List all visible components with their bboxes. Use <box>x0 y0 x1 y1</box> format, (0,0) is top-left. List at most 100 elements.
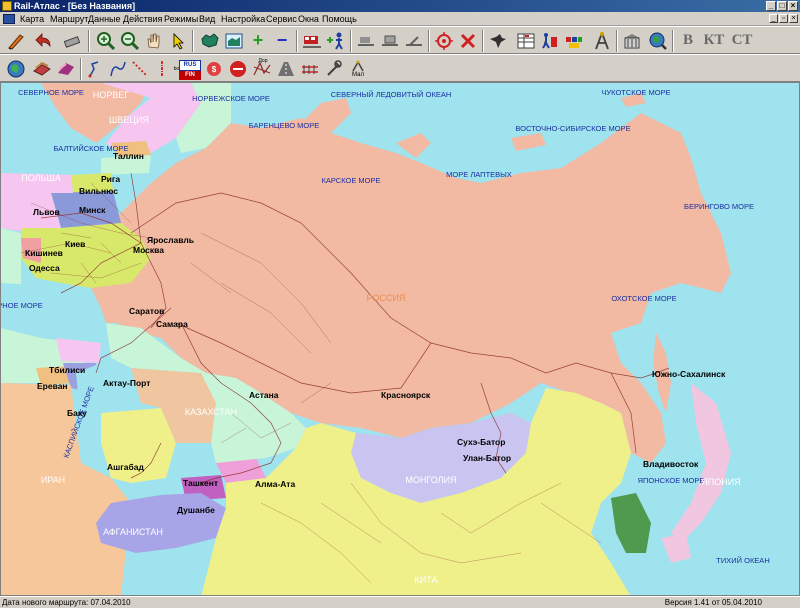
people-move-icon[interactable] <box>538 29 562 52</box>
sea-label-east-siberian: ВОСТОЧНО-СИБИРСКОЕ МОРЕ <box>515 124 630 133</box>
map-region-icon[interactable] <box>198 29 222 52</box>
rail-station-icon[interactable] <box>378 29 402 52</box>
route-date-status: Дата нового маршрута: 07.04.2010 <box>2 598 131 607</box>
remove-icon[interactable]: − <box>270 29 294 52</box>
eagle-icon[interactable] <box>486 29 510 52</box>
city-label-odessa: Одесса <box>29 263 60 273</box>
title-bar[interactable]: Rail-Атлас - [Без Названия] _ □ × <box>0 0 800 12</box>
menu-map[interactable]: Карта <box>18 12 46 26</box>
rail-junction-icon[interactable] <box>402 29 426 52</box>
globe-icon[interactable] <box>4 57 28 80</box>
rus-fin-button[interactable]: RUS FIN <box>178 57 202 80</box>
sea-label-laptev: МОРЕ ЛАПТЕВЫХ <box>446 170 512 179</box>
menu-data[interactable]: Данные <box>86 12 123 26</box>
menu-windows[interactable]: Окна <box>296 12 321 26</box>
menu-view[interactable]: Вид <box>197 12 217 26</box>
mdi-restore-button[interactable]: ▫ <box>779 14 788 23</box>
rus-label: RUS <box>179 59 201 71</box>
map-view[interactable]: СЕВЕРНОЕ МОРЕ НОРВЕЖСКОЕ МОРЕ СЕВЕРНЫЙ Л… <box>0 82 800 596</box>
city-label-sukhbaatar: Сухэ-Батор <box>457 437 505 447</box>
compass-measure-icon[interactable] <box>590 29 614 52</box>
menu-route[interactable]: Маршрут <box>48 12 90 26</box>
sea-label-chukchi: ЧУКОТСКОЕ МОРЕ <box>601 88 670 97</box>
sea-label-okhotsk: ОХОТСКОЕ МОРЕ <box>611 294 676 303</box>
maximize-button[interactable]: □ <box>777 1 787 11</box>
add-person-icon[interactable] <box>324 29 348 52</box>
curve-draw-icon[interactable] <box>106 57 130 80</box>
globe-search-icon[interactable] <box>646 29 670 52</box>
city-label-ashgabat: Ашгабад <box>107 462 144 472</box>
add-icon[interactable]: + <box>246 29 270 52</box>
sea-label-pacific: ТИХИЙ ОКЕАН <box>716 556 769 565</box>
city-label-lviv: Львов <box>33 207 60 217</box>
pencil-icon[interactable] <box>4 29 28 52</box>
country-label-iran: ИРАН <box>41 475 65 485</box>
black-sea <box>1 283 101 338</box>
city-label-moscow: Москва <box>133 245 164 255</box>
city-label-riga: Рига <box>101 174 120 184</box>
sea-label-japan: ЯПОНСКОЕ МОРЕ <box>638 476 705 485</box>
undo-icon[interactable] <box>32 29 56 52</box>
tools-icon[interactable] <box>322 57 346 80</box>
zoom-out-icon[interactable] <box>118 29 142 52</box>
dotted-line-icon[interactable] <box>128 57 152 80</box>
route-table-icon[interactable] <box>514 29 538 52</box>
small-scale-label: Мал <box>352 71 364 78</box>
city-label-dushanbe: Душанбе <box>177 505 215 515</box>
menu-modes[interactable]: Режимы <box>162 12 200 26</box>
v-letter-button[interactable]: В <box>676 29 700 52</box>
stop-sign-icon[interactable] <box>226 57 250 80</box>
sea-label-barents: БАРЕНЦЕВО МОРЕ <box>249 121 320 130</box>
map-window-icon[interactable] <box>222 29 246 52</box>
track-gauge-icon[interactable] <box>298 57 322 80</box>
pointer-icon[interactable] <box>166 29 190 52</box>
city-label-saratov: Саратов <box>129 306 164 316</box>
target-icon[interactable] <box>432 29 456 52</box>
menu-service[interactable]: Сервис <box>264 12 299 26</box>
small-scale-button[interactable]: Мал <box>346 57 370 80</box>
city-label-krasnoyarsk: Красноярск <box>381 390 431 400</box>
distance-grid-icon[interactable] <box>562 29 586 52</box>
city-label-kyiv: Киев <box>65 239 85 249</box>
delete-x-icon[interactable] <box>456 29 480 52</box>
palette-icon[interactable] <box>54 57 78 80</box>
rail-segment-icon[interactable] <box>354 29 378 52</box>
route-train-icon[interactable] <box>300 29 324 52</box>
country-label-japan: ЯПОНИЯ <box>701 477 740 487</box>
layers-icon[interactable] <box>30 57 54 80</box>
window-title: Rail-Атлас - [Без Названия] <box>14 1 136 11</box>
japan-south <box>661 533 691 563</box>
st-letter-button[interactable]: СТ <box>728 29 756 52</box>
pan-hand-icon[interactable] <box>142 29 166 52</box>
sea-label-black: ЧЕРНОЕ МОРЕ <box>1 301 43 310</box>
border-line-icon[interactable] <box>150 57 174 80</box>
secondary-toolbar: boundary RUSFIN $ Дор Мал <box>0 54 800 82</box>
country-label-norway: НОРВЕГ <box>93 90 130 100</box>
menu-help[interactable]: Помощь <box>320 12 359 26</box>
building-icon[interactable] <box>620 29 644 52</box>
svg-text:$: $ <box>212 65 217 74</box>
currency-icon[interactable]: $ <box>202 57 226 80</box>
close-button[interactable]: × <box>788 1 798 11</box>
sea-label-north: СЕВЕРНОЕ МОРЕ <box>18 88 84 97</box>
novosibirsk-islands <box>511 133 546 151</box>
map-canvas[interactable]: СЕВЕРНОЕ МОРЕ НОРВЕЖСКОЕ МОРЕ СЕВЕРНЫЙ Л… <box>1 83 800 596</box>
road-button[interactable] <box>274 57 298 80</box>
city-label-astana: Астана <box>249 390 279 400</box>
mdi-minimize-button[interactable]: _ <box>769 14 778 23</box>
sea-label-bering: БЕРИНГОВО МОРЕ <box>684 202 754 211</box>
city-label-tbilisi: Тбилиси <box>49 365 85 375</box>
city-label-tallinn: Таллин <box>113 151 144 161</box>
line-draw-icon[interactable] <box>84 57 108 80</box>
city-label-baku: Баку <box>67 408 87 418</box>
menu-settings[interactable]: Настройка <box>219 12 267 26</box>
city-label-tashkent: Ташкент <box>183 478 218 488</box>
kt-letter-button[interactable]: КТ <box>700 29 728 52</box>
zoom-in-icon[interactable] <box>94 29 118 52</box>
menu-actions[interactable]: Действия <box>121 12 164 26</box>
document-icon[interactable] <box>3 14 15 24</box>
minimize-button[interactable]: _ <box>766 1 776 11</box>
eraser-icon[interactable] <box>60 29 84 52</box>
city-label-yuzhno-sakhalinsk: Южно-Сахалинск <box>652 369 726 379</box>
mdi-close-button[interactable]: × <box>789 14 798 23</box>
